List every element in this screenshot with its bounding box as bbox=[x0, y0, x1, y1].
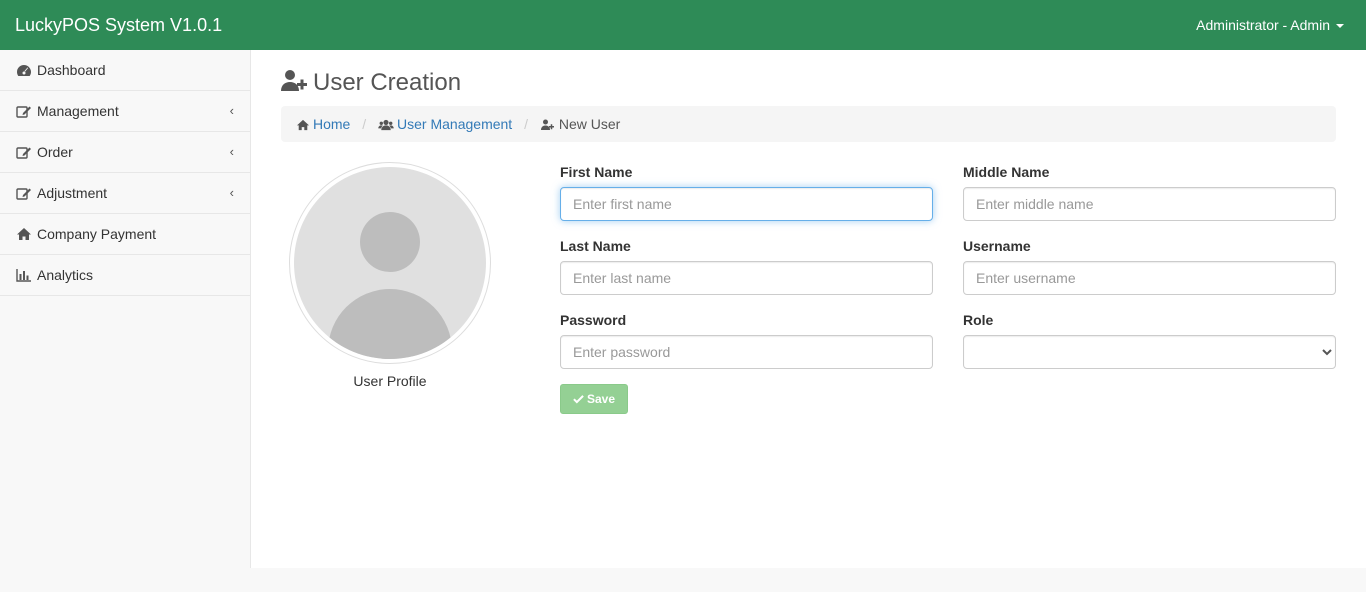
chevron-left-icon: ‹ bbox=[229, 144, 234, 159]
breadcrumb-current: New User bbox=[558, 116, 621, 132]
sidebar: Dashboard Management ‹ Order ‹ Adjustmen… bbox=[0, 50, 251, 568]
sidebar-item-order[interactable]: Order ‹ bbox=[0, 132, 250, 173]
home-icon bbox=[297, 119, 309, 131]
main-content: User Creation Home / User Management / N… bbox=[251, 50, 1366, 568]
save-button-label: Save bbox=[586, 392, 616, 406]
last-name-label: Last Name bbox=[560, 238, 631, 254]
user-menu-dropdown[interactable]: Administrator - Admin bbox=[1196, 17, 1344, 33]
sidebar-item-company-payment[interactable]: Company Payment bbox=[0, 214, 250, 255]
user-profile-caption: User Profile bbox=[353, 373, 427, 389]
sidebar-item-dashboard[interactable]: Dashboard bbox=[0, 50, 250, 91]
page-title-text: User Creation bbox=[313, 69, 462, 96]
middle-name-input[interactable] bbox=[963, 187, 1336, 221]
role-select[interactable] bbox=[963, 335, 1336, 369]
sidebar-item-adjustment[interactable]: Adjustment ‹ bbox=[0, 173, 250, 214]
sidebar-item-label: Analytics bbox=[37, 267, 94, 283]
first-name-input[interactable] bbox=[560, 187, 933, 221]
bar-chart-icon bbox=[16, 269, 31, 282]
username-label: Username bbox=[963, 238, 1031, 254]
user-plus-icon bbox=[281, 70, 307, 91]
breadcrumb-user-management-link[interactable]: User Management bbox=[397, 116, 512, 132]
edit-icon bbox=[16, 188, 31, 200]
user-profile-avatar[interactable] bbox=[289, 162, 491, 364]
middle-name-label: Middle Name bbox=[963, 164, 1050, 180]
save-button[interactable]: Save bbox=[560, 384, 628, 414]
breadcrumb-separator: / bbox=[524, 116, 528, 132]
last-name-input[interactable] bbox=[560, 261, 933, 295]
breadcrumb: Home / User Management / New User bbox=[281, 106, 1336, 142]
app-brand[interactable]: LuckyPOS System V1.0.1 bbox=[15, 14, 222, 36]
password-label: Password bbox=[560, 312, 627, 328]
first-name-label: First Name bbox=[560, 164, 633, 180]
breadcrumb-separator: / bbox=[362, 116, 367, 132]
sidebar-item-analytics[interactable]: Analytics bbox=[0, 255, 250, 296]
avatar-body bbox=[328, 289, 452, 359]
sidebar-item-label: Dashboard bbox=[37, 62, 106, 78]
edit-icon bbox=[16, 147, 31, 159]
username-input[interactable] bbox=[963, 261, 1336, 295]
role-label: Role bbox=[963, 312, 994, 328]
sidebar-item-label: Adjustment bbox=[37, 185, 108, 201]
check-icon bbox=[573, 395, 584, 404]
user-menu-label: Administrator - Admin bbox=[1196, 17, 1330, 33]
password-input[interactable] bbox=[560, 335, 933, 369]
sidebar-item-label: Management bbox=[37, 103, 119, 119]
user-plus-icon bbox=[540, 119, 554, 130]
avatar-placeholder-icon bbox=[294, 167, 486, 359]
users-icon bbox=[378, 119, 394, 131]
sidebar-item-label: Company Payment bbox=[37, 226, 157, 242]
sidebar-item-management[interactable]: Management ‹ bbox=[0, 91, 250, 132]
edit-icon bbox=[16, 106, 31, 118]
breadcrumb-home-link[interactable]: Home bbox=[313, 116, 350, 132]
page-title: User Creation bbox=[281, 69, 461, 97]
chevron-left-icon: ‹ bbox=[229, 103, 234, 118]
dashboard-icon bbox=[17, 65, 31, 76]
top-navbar: LuckyPOS System V1.0.1 Administrator - A… bbox=[0, 0, 1366, 50]
caret-down-icon bbox=[1336, 24, 1344, 29]
avatar-head bbox=[360, 212, 420, 272]
chevron-left-icon: ‹ bbox=[229, 185, 234, 200]
sidebar-item-label: Order bbox=[37, 144, 73, 160]
home-icon bbox=[17, 228, 31, 240]
